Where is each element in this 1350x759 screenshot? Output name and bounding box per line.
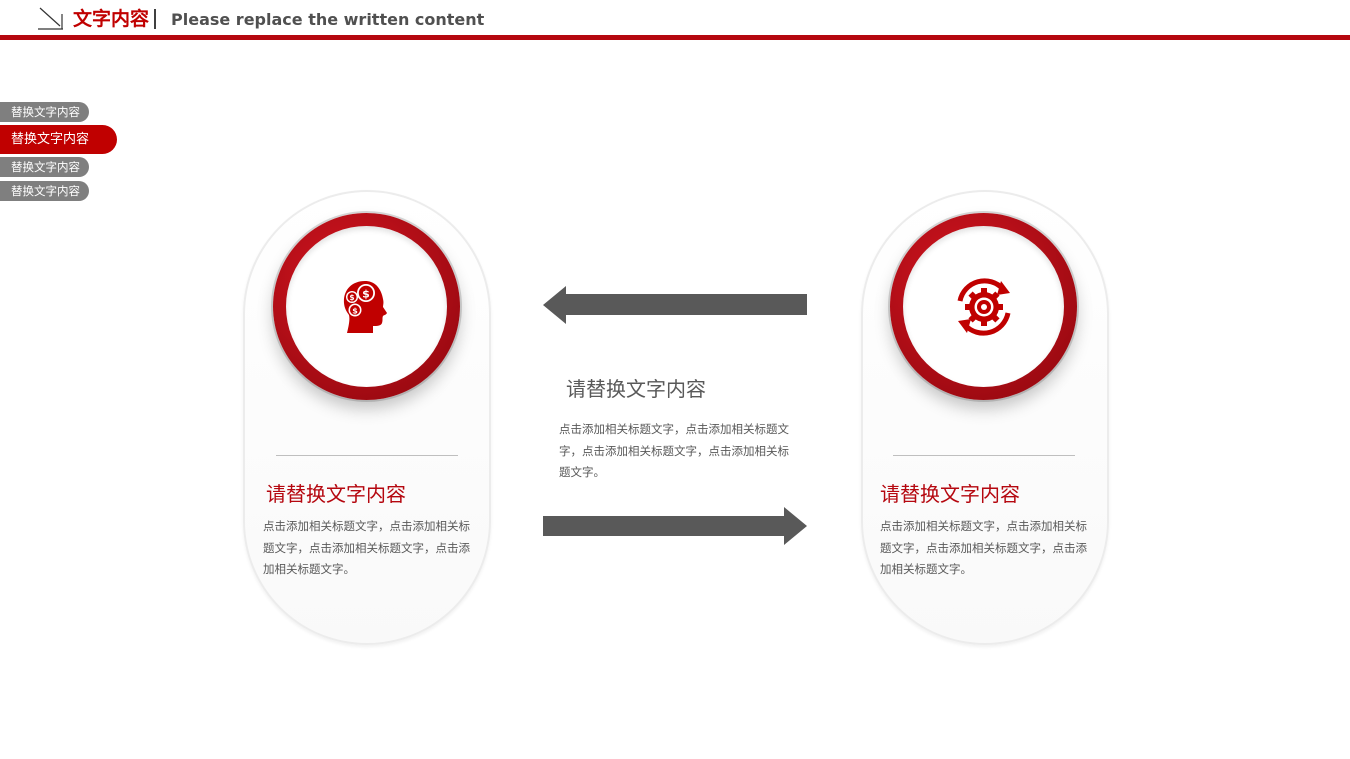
side-nav-item-2[interactable]: 替换文字内容 [0, 125, 117, 154]
head-money-icon: $ $ $ [343, 280, 387, 333]
left-card-divider [276, 455, 458, 456]
side-nav-item-4[interactable]: 替换文字内容 [0, 181, 89, 201]
page-title: 文字内容 [73, 8, 150, 30]
arrow-right-icon [543, 507, 807, 545]
svg-text:$: $ [349, 293, 354, 302]
left-card-title: 请替换文字内容 [266, 482, 406, 506]
center-title: 请替换文字内容 [566, 377, 706, 401]
right-icon-ring [890, 213, 1077, 400]
right-card-divider [893, 455, 1075, 456]
left-icon-ring: $ $ $ [273, 213, 460, 400]
svg-text:$: $ [362, 287, 370, 300]
right-card-body: 点击添加相关标题文字，点击添加相关标题文字，点击添加相关标题文字，点击添加相关标… [880, 519, 1087, 576]
arrow-left-icon [543, 286, 807, 324]
right-card-title: 请替换文字内容 [880, 482, 1020, 506]
corner-arrow-icon [38, 7, 63, 30]
side-nav-item-3[interactable]: 替换文字内容 [0, 157, 89, 177]
left-card-body: 点击添加相关标题文字，点击添加相关标题文字，点击添加相关标题文字，点击添加相关标… [263, 519, 470, 576]
center-body: 点击添加相关标题文字，点击添加相关标题文字，点击添加相关标题文字，点击添加相关标… [559, 422, 789, 479]
header-bar: 文字内容 Please replace the written content [0, 0, 1350, 40]
page-subtitle: Please replace the written content [171, 10, 485, 29]
side-nav-item-1[interactable]: 替换文字内容 [0, 102, 89, 122]
header-rule [0, 35, 1350, 40]
gear-cycle-icon [957, 277, 1010, 336]
svg-text:$: $ [352, 306, 358, 315]
header-separator [154, 9, 156, 29]
